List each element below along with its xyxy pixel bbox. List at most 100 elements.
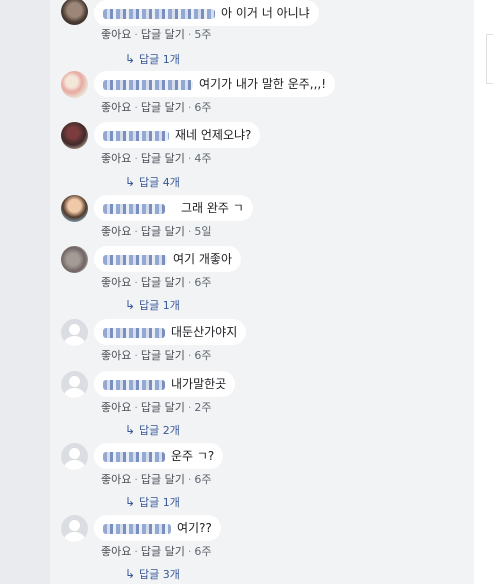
reply-arrow-icon: ↳ [125, 567, 136, 581]
comment-bubble: 아 이거 너 아니냐 [94, 0, 319, 26]
comment-actions: 좋아요 · 답글 달기 · 2주 [101, 399, 211, 415]
separator: · [187, 225, 192, 238]
view-replies-link[interactable]: ↳ 답글 3개 [125, 566, 180, 582]
comment-actions: 좋아요 · 답글 달기 · 4주 [101, 150, 211, 166]
avatar[interactable] [61, 122, 88, 149]
replies-count[interactable]: 답글 2개 [139, 424, 180, 437]
separator: · [134, 152, 138, 165]
reply-arrow-icon: ↳ [125, 495, 136, 509]
comment-bubble: 재네 언제오냐? [94, 122, 261, 148]
replies-count[interactable]: 답글 1개 [139, 53, 180, 66]
comment-actions: 좋아요 · 답글 달기 · 5일 [101, 223, 211, 239]
reply-link[interactable]: 답글 달기 [141, 225, 185, 238]
comment-text: 내가말한곳 [171, 377, 227, 391]
like-link[interactable]: 좋아요 [101, 225, 131, 238]
reply-link[interactable]: 답글 달기 [141, 545, 185, 558]
comment-bubble: 여기?? [94, 515, 221, 541]
redacted-author-name[interactable] [103, 523, 171, 534]
redacted-author-name[interactable] [103, 203, 165, 214]
comment-time[interactable]: 6주 [194, 473, 211, 486]
reply-link[interactable]: 답글 달기 [141, 101, 185, 114]
avatar[interactable] [61, 443, 88, 470]
separator: · [134, 101, 138, 114]
like-link[interactable]: 좋아요 [101, 28, 131, 41]
reply-arrow-icon: ↳ [125, 298, 136, 312]
view-replies-link[interactable]: ↳ 답글 1개 [125, 494, 180, 510]
comment-time[interactable]: 6주 [194, 101, 211, 114]
like-link[interactable]: 좋아요 [101, 101, 131, 114]
redacted-author-name[interactable] [103, 130, 169, 141]
redacted-author-name[interactable] [103, 254, 167, 265]
view-replies-link[interactable]: ↳ 답글 4개 [125, 174, 180, 190]
replies-count[interactable]: 답글 4개 [139, 176, 180, 189]
comment-text: 아 이거 너 아니냐 [221, 6, 310, 20]
comment-actions: 좋아요 · 답글 달기 · 6주 [101, 543, 211, 559]
avatar[interactable] [61, 71, 88, 98]
comment-actions: 좋아요 · 답글 달기 · 6주 [101, 347, 211, 363]
comment-actions: 좋아요 · 답글 달기 · 6주 [101, 274, 211, 290]
view-replies-link[interactable]: ↳ 답글 1개 [125, 297, 180, 313]
comment-bubble: 여기 개좋아 [94, 246, 242, 272]
avatar[interactable] [61, 0, 88, 25]
like-link[interactable]: 좋아요 [101, 276, 131, 289]
comment-bubble: 대둔산가야지 [94, 319, 247, 345]
separator: · [187, 545, 192, 558]
replies-count[interactable]: 답글 1개 [139, 299, 180, 312]
comment-text: 운주 ㄱ? [171, 449, 215, 463]
like-link[interactable]: 좋아요 [101, 545, 131, 558]
separator: · [134, 349, 138, 362]
separator: · [134, 545, 138, 558]
reply-link[interactable]: 답글 달기 [141, 401, 185, 414]
reply-arrow-icon: ↳ [125, 423, 136, 437]
view-replies-link[interactable]: ↳ 답글 1개 [125, 51, 180, 67]
comment-actions: 좋아요 · 답글 달기 · 6주 [101, 99, 211, 115]
avatar[interactable] [61, 515, 88, 542]
reply-arrow-icon: ↳ [125, 175, 136, 189]
separator: · [187, 152, 192, 165]
separator: · [187, 401, 192, 414]
comment-time[interactable]: 4주 [194, 152, 211, 165]
separator: · [134, 401, 138, 414]
comment-text: 대둔산가야지 [171, 325, 238, 339]
replies-count[interactable]: 답글 1개 [139, 496, 180, 509]
reply-link[interactable]: 답글 달기 [141, 349, 185, 362]
panel-tab[interactable] [486, 34, 493, 84]
like-link[interactable]: 좋아요 [101, 349, 131, 362]
redacted-author-name[interactable] [103, 79, 193, 90]
avatar[interactable] [61, 371, 88, 398]
comment-time[interactable]: 5주 [194, 28, 211, 41]
comment-text: 재네 언제오냐? [175, 128, 252, 142]
comment-text: 여기가 내가 말한 운주,,,! [199, 77, 327, 91]
separator: · [187, 101, 192, 114]
comments-panel: 아 이거 너 아니냐 좋아요 · 답글 달기 · 5주 ↳ 답글 1개 여기가 내가 말한… [50, 0, 474, 584]
view-replies-link[interactable]: ↳ 답글 2개 [125, 422, 180, 438]
separator: · [187, 276, 192, 289]
like-link[interactable]: 좋아요 [101, 473, 131, 486]
comment-time[interactable]: 5일 [194, 225, 211, 238]
redacted-author-name[interactable] [103, 451, 165, 462]
reply-arrow-icon: ↳ [125, 52, 136, 66]
comment-time[interactable]: 2주 [194, 401, 211, 414]
comment-time[interactable]: 6주 [194, 276, 211, 289]
comment-bubble: 운주 ㄱ? [94, 443, 224, 469]
comment-text: 여기 개좋아 [173, 252, 233, 266]
comment-time[interactable]: 6주 [194, 349, 211, 362]
redacted-author-name[interactable] [103, 8, 215, 19]
like-link[interactable]: 좋아요 [101, 401, 131, 414]
like-link[interactable]: 좋아요 [101, 152, 131, 165]
replies-count[interactable]: 답글 3개 [139, 568, 180, 581]
avatar[interactable] [61, 195, 88, 222]
reply-link[interactable]: 답글 달기 [141, 152, 185, 165]
comment-bubble: 그래 완주 ㄱ [94, 195, 253, 221]
separator: · [134, 225, 138, 238]
reply-link[interactable]: 답글 달기 [141, 28, 185, 41]
redacted-author-name[interactable] [103, 327, 165, 338]
reply-link[interactable]: 답글 달기 [141, 473, 185, 486]
avatar[interactable] [61, 246, 88, 273]
reply-link[interactable]: 답글 달기 [141, 276, 185, 289]
separator: · [134, 28, 138, 41]
avatar[interactable] [61, 319, 88, 346]
comment-actions: 좋아요 · 답글 달기 · 5주 [101, 26, 211, 42]
comment-time[interactable]: 6주 [194, 545, 211, 558]
redacted-author-name[interactable] [103, 379, 165, 390]
